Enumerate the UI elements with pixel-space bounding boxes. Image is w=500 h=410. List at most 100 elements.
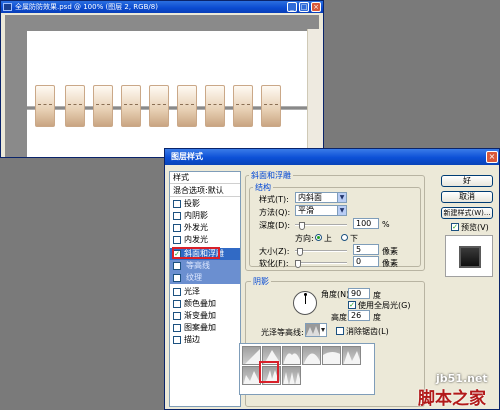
size-label: 大小(Z): [259, 247, 290, 256]
contour-preset-sawtooth[interactable] [282, 366, 301, 385]
altitude-input[interactable]: 26 [348, 310, 370, 321]
altitude-label: 高度: [331, 313, 350, 322]
size-slider-handle[interactable] [297, 248, 303, 256]
style-item-inner-glow[interactable]: 内发光 [170, 234, 240, 246]
bevel-style-value: 内斜面 [298, 193, 322, 202]
leather-tab [205, 85, 225, 127]
style-item-label: 投影 [184, 199, 200, 208]
bevel-highlight-marker [172, 247, 220, 259]
dialog-title[interactable]: 图层样式 [165, 149, 499, 165]
gloss-contour-picker[interactable] [305, 323, 327, 337]
global-light-checkbox[interactable]: ✓ [348, 301, 356, 309]
checkbox-icon[interactable] [173, 200, 181, 208]
bevel-style-select[interactable]: 内斜面 ▼ [295, 192, 347, 203]
chevron-down-icon: ▼ [337, 206, 346, 215]
checkbox-icon[interactable] [173, 288, 181, 296]
preview-label: 预览(V) [461, 223, 489, 232]
preview-checkbox[interactable]: ✓ [451, 223, 459, 231]
size-input[interactable]: 5 [353, 244, 379, 255]
close-doc-button[interactable]: × [311, 2, 321, 12]
style-item-satin[interactable]: 光泽 [170, 286, 240, 298]
checkbox-icon[interactable] [173, 212, 181, 220]
direction-up-radio[interactable] [315, 234, 322, 241]
photoshop-doc-icon [3, 3, 12, 11]
structure-title: 结构 [253, 182, 273, 193]
leather-tab [35, 85, 55, 127]
contour-preset-cove[interactable] [282, 346, 301, 365]
shading-title: 阴影 [251, 276, 271, 287]
contour-highlight-marker [259, 361, 279, 383]
contour-preset-ring[interactable] [342, 346, 361, 365]
style-item-inner-shadow[interactable]: 内阴影 [170, 210, 240, 222]
antialias-checkbox[interactable] [336, 327, 344, 335]
new-style-button[interactable]: 新建样式(W)... [441, 207, 493, 219]
soften-slider-handle[interactable] [295, 260, 301, 268]
style-item-texture[interactable]: 纹理 [170, 272, 240, 284]
canvas[interactable] [27, 31, 311, 157]
depth-unit: % [382, 220, 390, 229]
minimize-button[interactable]: _ [287, 2, 297, 12]
style-item-pattern-overlay[interactable]: 图案叠加 [170, 322, 240, 334]
contour-preset-half-round[interactable] [322, 346, 341, 365]
checkbox-icon[interactable] [173, 224, 181, 232]
style-item-contour[interactable]: 等高线 [170, 260, 240, 272]
style-item-gradient-overlay[interactable]: 渐变叠加 [170, 310, 240, 322]
checkbox-icon[interactable] [173, 236, 181, 244]
preview-thumbnail [459, 246, 481, 268]
soften-input[interactable]: 0 [353, 256, 379, 267]
style-item-label: 描边 [184, 335, 200, 344]
depth-slider-handle[interactable] [299, 222, 305, 230]
leather-tab [261, 85, 281, 127]
style-item-label: 渐变叠加 [184, 311, 216, 320]
watermark-logo-text: 脚本之家 [418, 389, 486, 409]
style-item-label: 外发光 [184, 223, 208, 232]
checkbox-icon[interactable] [173, 274, 181, 282]
bevel-emboss-title: 斜面和浮雕 [249, 170, 293, 181]
styles-header[interactable]: 样式 [170, 172, 240, 184]
blend-options-header[interactable]: 混合选项:默认 [170, 185, 240, 197]
checkbox-icon[interactable] [173, 300, 181, 308]
depth-label: 深度(D): [259, 221, 291, 230]
technique-label: 方法(Q): [259, 208, 291, 217]
style-item-label: 光泽 [184, 287, 200, 296]
ok-button[interactable]: 好 [441, 175, 493, 187]
style-item-outer-glow[interactable]: 外发光 [170, 222, 240, 234]
size-unit: 像素 [382, 247, 398, 256]
style-item-label: 颜色叠加 [184, 299, 216, 308]
maximize-button[interactable]: □ [299, 2, 309, 12]
antialias-label: 消除锯齿(L) [346, 327, 389, 336]
checkbox-icon[interactable] [173, 324, 181, 332]
style-item-drop-shadow[interactable]: 投影 [170, 198, 240, 210]
technique-select[interactable]: 平滑 ▼ [295, 205, 347, 216]
style-label: 样式(T): [259, 195, 289, 204]
layer-style-dialog: 图层样式 × 样式 混合选项:默认 投影 内阴影 外发光 内发光 ✓ 斜面和浮雕… [164, 148, 500, 410]
style-item-label: 图案叠加 [184, 323, 216, 332]
altitude-unit: 度 [373, 313, 381, 322]
depth-input[interactable]: 100 [353, 218, 379, 229]
direction-down-label: 下 [350, 234, 358, 243]
leather-tab [177, 85, 197, 127]
soften-slider[interactable] [295, 262, 347, 264]
chevron-down-icon: ▼ [337, 193, 346, 202]
style-item-color-overlay[interactable]: 颜色叠加 [170, 298, 240, 310]
style-item-label: 内发光 [184, 235, 208, 244]
document-title[interactable]: 全属防防效果.psd @ 100% (图层 2, RGB/8) [1, 1, 323, 13]
style-item-label: 纹理 [186, 273, 202, 282]
canvas-area [5, 15, 323, 171]
checkbox-icon[interactable] [173, 336, 181, 344]
cancel-button[interactable]: 取消 [441, 191, 493, 203]
dialog-close-button[interactable]: × [486, 151, 498, 163]
direction-down-radio[interactable] [341, 234, 348, 241]
angle-dial[interactable] [293, 291, 317, 315]
contour-preset-gaussian[interactable] [302, 346, 321, 365]
direction-up-label: 上 [324, 234, 332, 243]
leather-tab [149, 85, 169, 127]
document-window: 全属防防效果.psd @ 100% (图层 2, RGB/8) _ □ × [0, 0, 324, 171]
checkbox-icon[interactable] [173, 312, 181, 320]
checkbox-icon[interactable] [173, 262, 181, 270]
angle-dot [304, 293, 307, 296]
style-item-label: 等高线 [186, 261, 210, 270]
style-item-stroke[interactable]: 描边 [170, 334, 240, 346]
style-list: 样式 混合选项:默认 投影 内阴影 外发光 内发光 ✓ 斜面和浮雕 等高线 纹理 [169, 171, 241, 407]
angle-input[interactable]: 90 [348, 288, 370, 299]
